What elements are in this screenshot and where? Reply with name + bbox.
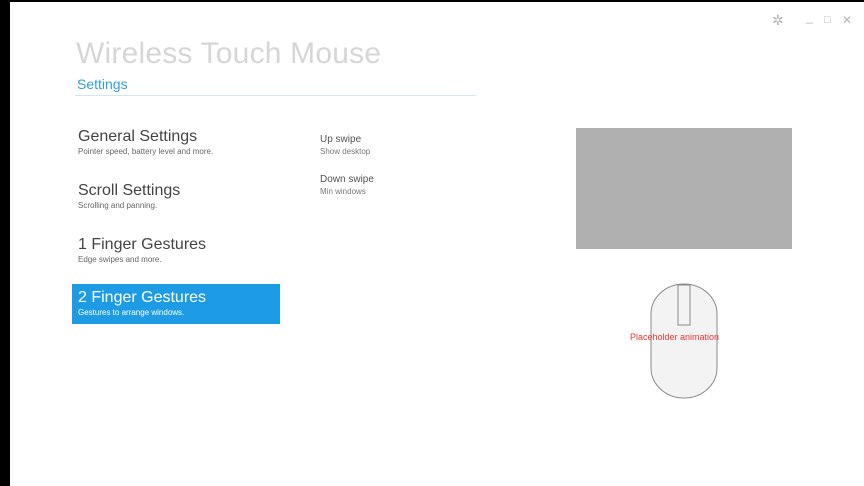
- nav-item-description: Edge swipes and more.: [78, 255, 162, 264]
- gesture-label: Up swipe: [320, 134, 362, 145]
- animation-placeholder-label: Placeholder animation: [630, 332, 720, 342]
- breadcrumb-settings[interactable]: Settings: [77, 76, 128, 92]
- nav-item-description: Pointer speed, battery level and more.: [78, 147, 214, 156]
- close-icon[interactable]: ✕: [842, 12, 852, 28]
- gesture-up-swipe[interactable]: Up swipe Show desktop: [320, 134, 440, 157]
- nav-item-label: 1 Finger Gestures: [78, 236, 207, 253]
- window-frame-top: [0, 0, 864, 2]
- app-title: Wireless Touch Mouse: [76, 37, 382, 70]
- nav-item-1-finger-gestures[interactable]: 1 Finger Gestures Edge swipes and more.: [72, 235, 280, 275]
- gear-icon[interactable]: ✲: [772, 12, 784, 28]
- minimize-icon[interactable]: _: [806, 9, 813, 25]
- nav-item-label: General Settings: [78, 128, 198, 145]
- gesture-value: Min windows: [320, 187, 366, 196]
- nav-item-scroll-settings[interactable]: Scroll Settings Scrolling and panning.: [72, 181, 280, 221]
- app-window: ✲ _ □ ✕ Wireless Touch Mouse Settings Ge…: [0, 0, 864, 486]
- nav-item-description: Scrolling and panning.: [78, 201, 158, 210]
- maximize-icon[interactable]: □: [824, 12, 831, 28]
- gesture-label: Down swipe: [320, 174, 374, 185]
- window-frame-left: [0, 0, 10, 486]
- nav-item-label: 2 Finger Gestures: [78, 289, 207, 306]
- nav-item-2-finger-gestures[interactable]: 2 Finger Gestures Gestures to arrange wi…: [72, 284, 280, 324]
- breadcrumb-divider: [75, 95, 476, 96]
- gesture-value: Show desktop: [320, 147, 371, 156]
- gesture-preview-screen: [576, 128, 792, 249]
- nav-item-description: Gestures to arrange windows.: [78, 308, 185, 317]
- nav-item-general-settings[interactable]: General Settings Pointer speed, battery …: [72, 127, 280, 167]
- gesture-down-swipe[interactable]: Down swipe Min windows: [320, 174, 440, 197]
- nav-item-label: Scroll Settings: [78, 182, 181, 199]
